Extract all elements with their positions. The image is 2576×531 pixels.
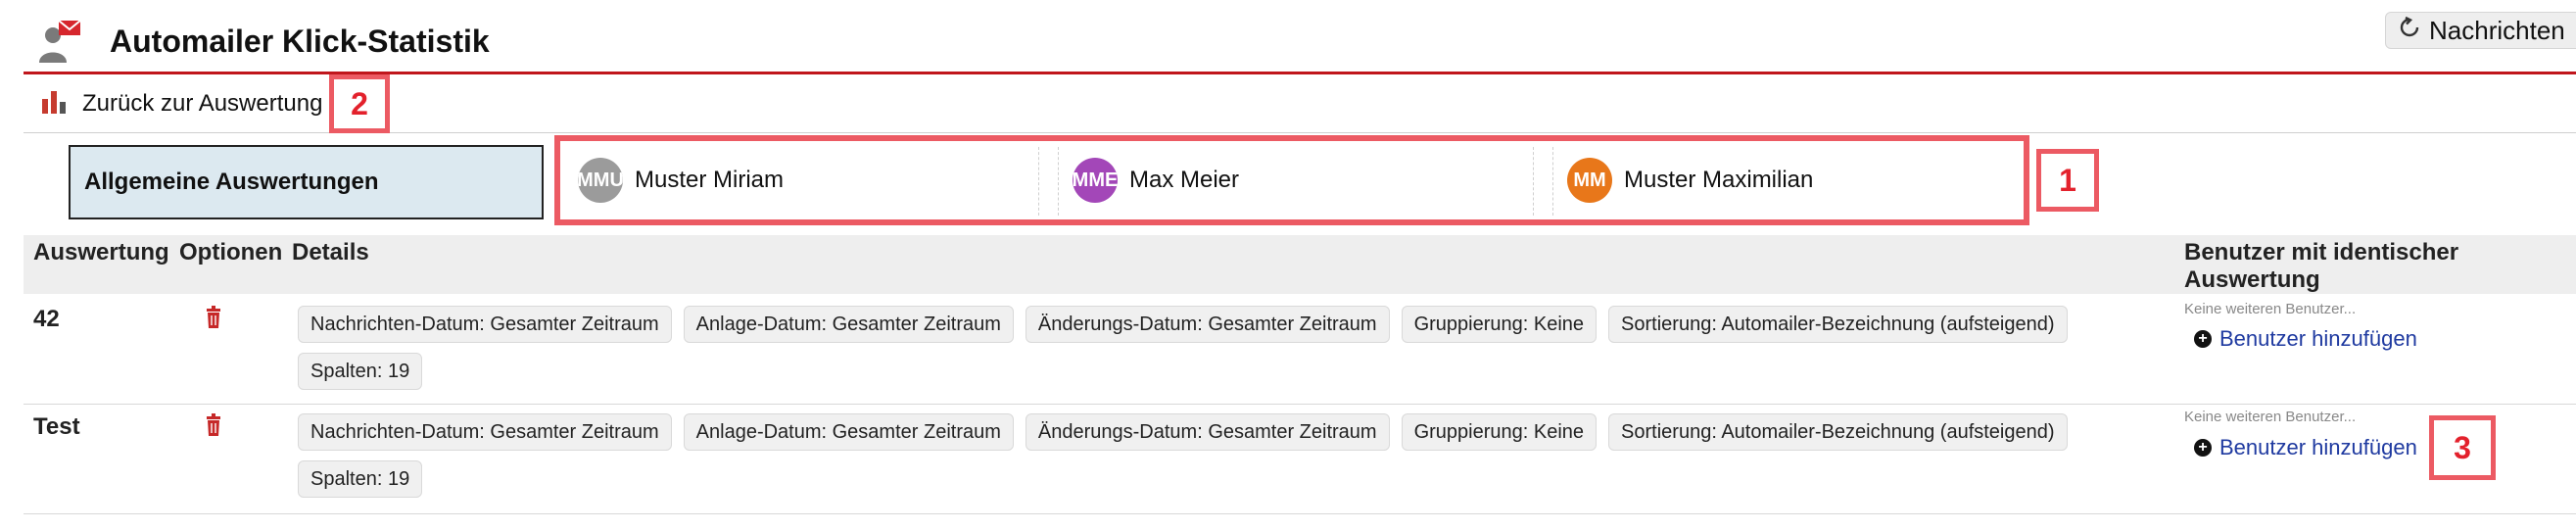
row-evaluation-name: 42 — [33, 306, 60, 332]
detail-chip: Sortierung: Automailer-Bezeichnung (aufs… — [1608, 306, 2068, 343]
column-header-evaluation: Auswertung — [33, 239, 169, 266]
row-divider — [24, 513, 2576, 514]
trash-icon[interactable] — [203, 306, 224, 329]
column-header-identical-users: Benutzer mit identischer Auswertung — [2184, 239, 2459, 293]
detail-chip: Spalten: 19 — [298, 353, 423, 390]
plus-circle-icon: + — [2194, 439, 2212, 457]
detail-chip: Anlage-Datum: Gesamter Zeitraum — [683, 306, 1014, 343]
row-evaluation-name: Test — [33, 413, 80, 440]
detail-chip: Spalten: 19 — [298, 460, 423, 498]
detail-chip: Sortierung: Automailer-Bezeichnung (aufs… — [1608, 413, 2068, 451]
annotation-marker-1: 1 — [2036, 149, 2099, 212]
detail-chip: Gruppierung: Keine — [1401, 413, 1598, 451]
detail-chip: Nachrichten-Datum: Gesamter Zeitraum — [298, 413, 672, 451]
column-header-details: Details — [292, 239, 369, 266]
header-divider — [24, 72, 2576, 74]
user-tabs-highlight — [554, 135, 2029, 225]
user-mail-icon — [35, 18, 84, 67]
row-divider — [24, 404, 2576, 405]
detail-chip: Änderungs-Datum: Gesamter Zeitraum — [1025, 413, 1390, 451]
back-link-label: Zurück zur Auswertung — [82, 90, 323, 117]
toolbar-divider — [24, 132, 2576, 133]
column-header-options: Optionen — [179, 239, 283, 266]
tab-general-evaluations[interactable]: Allgemeine Auswertungen — [69, 145, 544, 219]
detail-chip: Gruppierung: Keine — [1401, 306, 1598, 343]
annotation-marker-3: 3 — [2429, 415, 2496, 480]
add-user-label: Benutzer hinzufügen — [2219, 326, 2417, 351]
trash-icon[interactable] — [203, 413, 224, 437]
detail-chip: Nachrichten-Datum: Gesamter Zeitraum — [298, 306, 672, 343]
back-to-evaluation-link[interactable]: Zurück zur Auswertung — [39, 84, 322, 123]
add-user-link[interactable]: + Benutzer hinzufügen — [2194, 435, 2417, 460]
add-user-link[interactable]: + Benutzer hinzufügen — [2194, 326, 2417, 352]
plus-circle-icon: + — [2194, 330, 2212, 348]
reload-label: Nachrichten — [2429, 16, 2565, 45]
reload-icon — [2398, 12, 2421, 49]
bar-chart-icon — [39, 86, 69, 122]
row-details: Nachrichten-Datum: Gesamter Zeitraum Anl… — [298, 413, 2149, 498]
no-more-users-text: Keine weiteren Benutzer... — [2184, 301, 2357, 317]
row-details: Nachrichten-Datum: Gesamter Zeitraum Anl… — [298, 306, 2149, 390]
add-user-label: Benutzer hinzufügen — [2219, 435, 2417, 459]
page-title: Automailer Klick-Statistik — [110, 24, 490, 59]
reload-messages-button[interactable]: Nachrichten — [2385, 12, 2576, 49]
no-more-users-text: Keine weiteren Benutzer... — [2184, 409, 2357, 425]
detail-chip: Änderungs-Datum: Gesamter Zeitraum — [1025, 306, 1390, 343]
annotation-marker-2: 2 — [329, 74, 390, 133]
detail-chip: Anlage-Datum: Gesamter Zeitraum — [683, 413, 1014, 451]
